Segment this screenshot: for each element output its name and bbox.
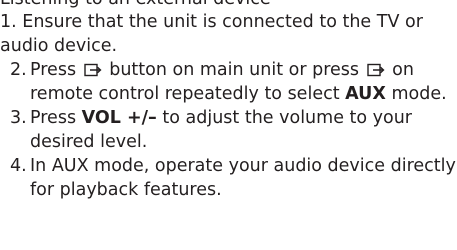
step-2-text-end: mode. bbox=[391, 84, 447, 104]
step-4-number: 4. bbox=[10, 156, 27, 176]
step-4: 4. In AUX mode, operate your audio devic… bbox=[0, 154, 457, 202]
step-2-number: 2. bbox=[10, 60, 27, 80]
step-3-text-before: Press bbox=[30, 108, 77, 128]
instruction-steps: 2. Press button on main unit or press on… bbox=[0, 58, 457, 202]
vol-label: VOL +/– bbox=[81, 108, 157, 128]
step-4-text: In AUX mode, operate your audio device d… bbox=[30, 156, 456, 200]
step-2: 2. Press button on main unit or press on… bbox=[0, 58, 457, 106]
source-button-icon bbox=[366, 63, 385, 77]
source-button-icon bbox=[83, 63, 102, 77]
aux-mode-label: AUX bbox=[345, 84, 386, 104]
step-2-text-middle: button on main unit or press bbox=[109, 60, 360, 80]
step-2-text-before: Press bbox=[30, 60, 77, 80]
step-3-number: 3. bbox=[10, 108, 27, 128]
step-1-text: 1. Ensure that the unit is connected to … bbox=[0, 12, 423, 56]
step-3: 3. Press VOL +/– to adjust the volume to… bbox=[0, 106, 457, 154]
